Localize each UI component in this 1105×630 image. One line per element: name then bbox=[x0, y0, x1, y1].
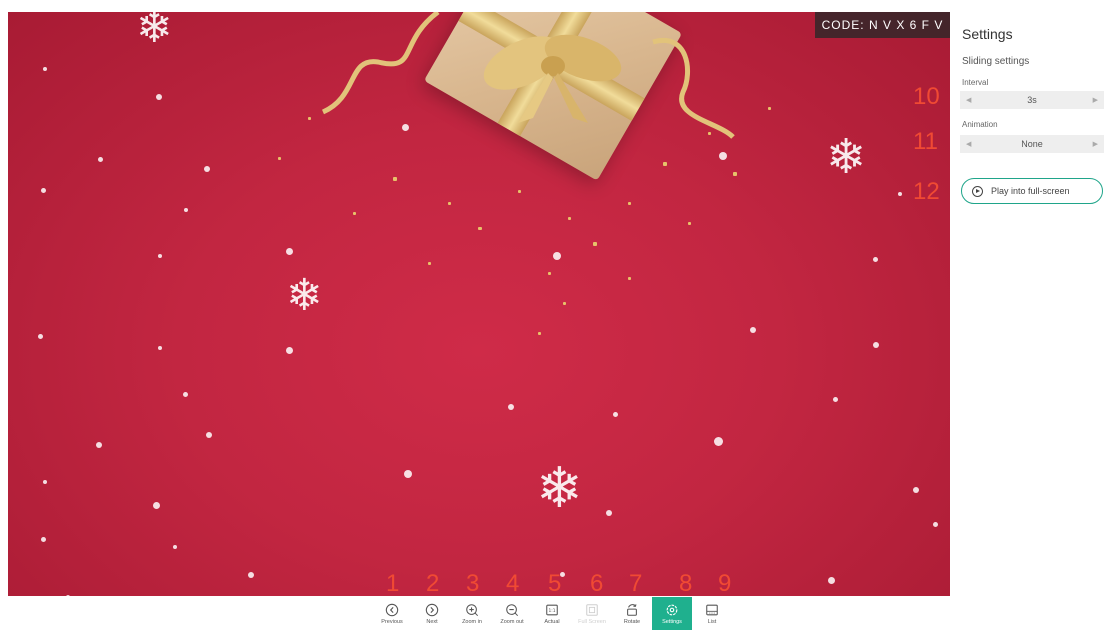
actual-label: Actual bbox=[544, 618, 560, 625]
actual-size-button[interactable]: 1:1 Actual bbox=[532, 597, 572, 630]
callout-number: 1 bbox=[386, 570, 400, 597]
snowflake-icon: ❄ bbox=[286, 271, 323, 320]
play-icon bbox=[972, 185, 983, 197]
snowflake-icon: ❄ bbox=[136, 12, 173, 52]
zoom-in-icon bbox=[466, 603, 479, 616]
snowflake-icon: ❄ bbox=[536, 456, 583, 519]
zoom-out-label: Zoom out bbox=[500, 618, 524, 625]
full-screen-button[interactable]: Full Screen bbox=[572, 597, 612, 630]
full-screen-icon bbox=[586, 603, 598, 616]
gift-bow-image bbox=[483, 34, 622, 123]
play-full-screen-label: Play into full-screen bbox=[991, 186, 1070, 196]
callout-number: 8 bbox=[679, 570, 693, 597]
rotate-icon bbox=[627, 603, 637, 616]
chevron-left-icon[interactable]: ◀ bbox=[966, 140, 971, 148]
chevron-left-circle-icon bbox=[385, 603, 399, 616]
callout-number: 7 bbox=[629, 570, 643, 597]
chevron-left-icon[interactable]: ◀ bbox=[966, 96, 971, 104]
connection-code-badge: CODE: N V X 6 F V bbox=[815, 12, 950, 38]
animation-stepper[interactable]: ◀ None ▶ bbox=[960, 135, 1104, 153]
rotate-button[interactable]: Rotate bbox=[612, 597, 652, 630]
settings-button[interactable]: Settings bbox=[652, 597, 692, 630]
callout-number: 10 bbox=[913, 83, 940, 110]
svg-text:1:1: 1:1 bbox=[548, 608, 555, 614]
sliding-settings-heading: Sliding settings bbox=[962, 56, 1030, 67]
animation-value: None bbox=[1021, 139, 1043, 149]
callout-number: 4 bbox=[506, 570, 520, 597]
settings-icon bbox=[666, 604, 678, 615]
previous-label: Previous bbox=[381, 618, 403, 625]
animation-label: Animation bbox=[962, 120, 998, 129]
zoom-in-label: Zoom in bbox=[462, 618, 482, 625]
callout-number: 5 bbox=[548, 570, 562, 597]
connection-code-text: CODE: N V X 6 F V bbox=[821, 18, 944, 32]
play-full-screen-button[interactable]: Play into full-screen bbox=[961, 178, 1103, 204]
zoom-out-button[interactable]: Zoom out bbox=[492, 597, 532, 630]
next-label: Next bbox=[426, 618, 438, 625]
ribbon-curl-left bbox=[321, 12, 440, 115]
chevron-right-icon[interactable]: ▶ bbox=[1093, 96, 1098, 104]
snowflake-icon: ❄ bbox=[826, 131, 867, 184]
callout-number: 11 bbox=[913, 128, 938, 155]
list-label: List bbox=[707, 618, 717, 625]
interval-stepper[interactable]: ◀ 3s ▶ bbox=[960, 91, 1104, 109]
rotate-label: Rotate bbox=[623, 618, 641, 625]
next-button[interactable]: Next bbox=[412, 597, 452, 630]
zoom-in-button[interactable]: Zoom in bbox=[452, 597, 492, 630]
full-screen-label: Full Screen bbox=[578, 618, 606, 625]
zoom-out-icon bbox=[506, 603, 519, 616]
actual-size-icon: 1:1 bbox=[546, 604, 558, 615]
ribbon-curl-right bbox=[652, 37, 735, 139]
callout-number: 9 bbox=[718, 570, 732, 597]
list-icon bbox=[706, 604, 718, 615]
settings-label: Settings bbox=[662, 618, 682, 625]
bottom-toolbar: Previous Next Zoom in Zoom out 1:1 Actua… bbox=[372, 597, 732, 630]
callout-number: 2 bbox=[426, 570, 440, 597]
chevron-right-circle-icon bbox=[425, 603, 439, 616]
interval-value: 3s bbox=[1027, 95, 1037, 105]
callout-number: 12 bbox=[913, 178, 940, 205]
callout-number: 3 bbox=[466, 570, 480, 597]
picture-viewer[interactable]: ❄ ❄ ❄ ❄ bbox=[8, 12, 950, 596]
list-button[interactable]: List bbox=[692, 597, 732, 630]
settings-title: Settings bbox=[962, 26, 1013, 42]
callout-number: 6 bbox=[590, 570, 604, 597]
interval-label: Interval bbox=[962, 78, 989, 87]
previous-button[interactable]: Previous bbox=[372, 597, 412, 630]
settings-panel: Settings Sliding settings Interval ◀ 3s … bbox=[958, 12, 1105, 602]
chevron-right-icon[interactable]: ▶ bbox=[1093, 140, 1098, 148]
